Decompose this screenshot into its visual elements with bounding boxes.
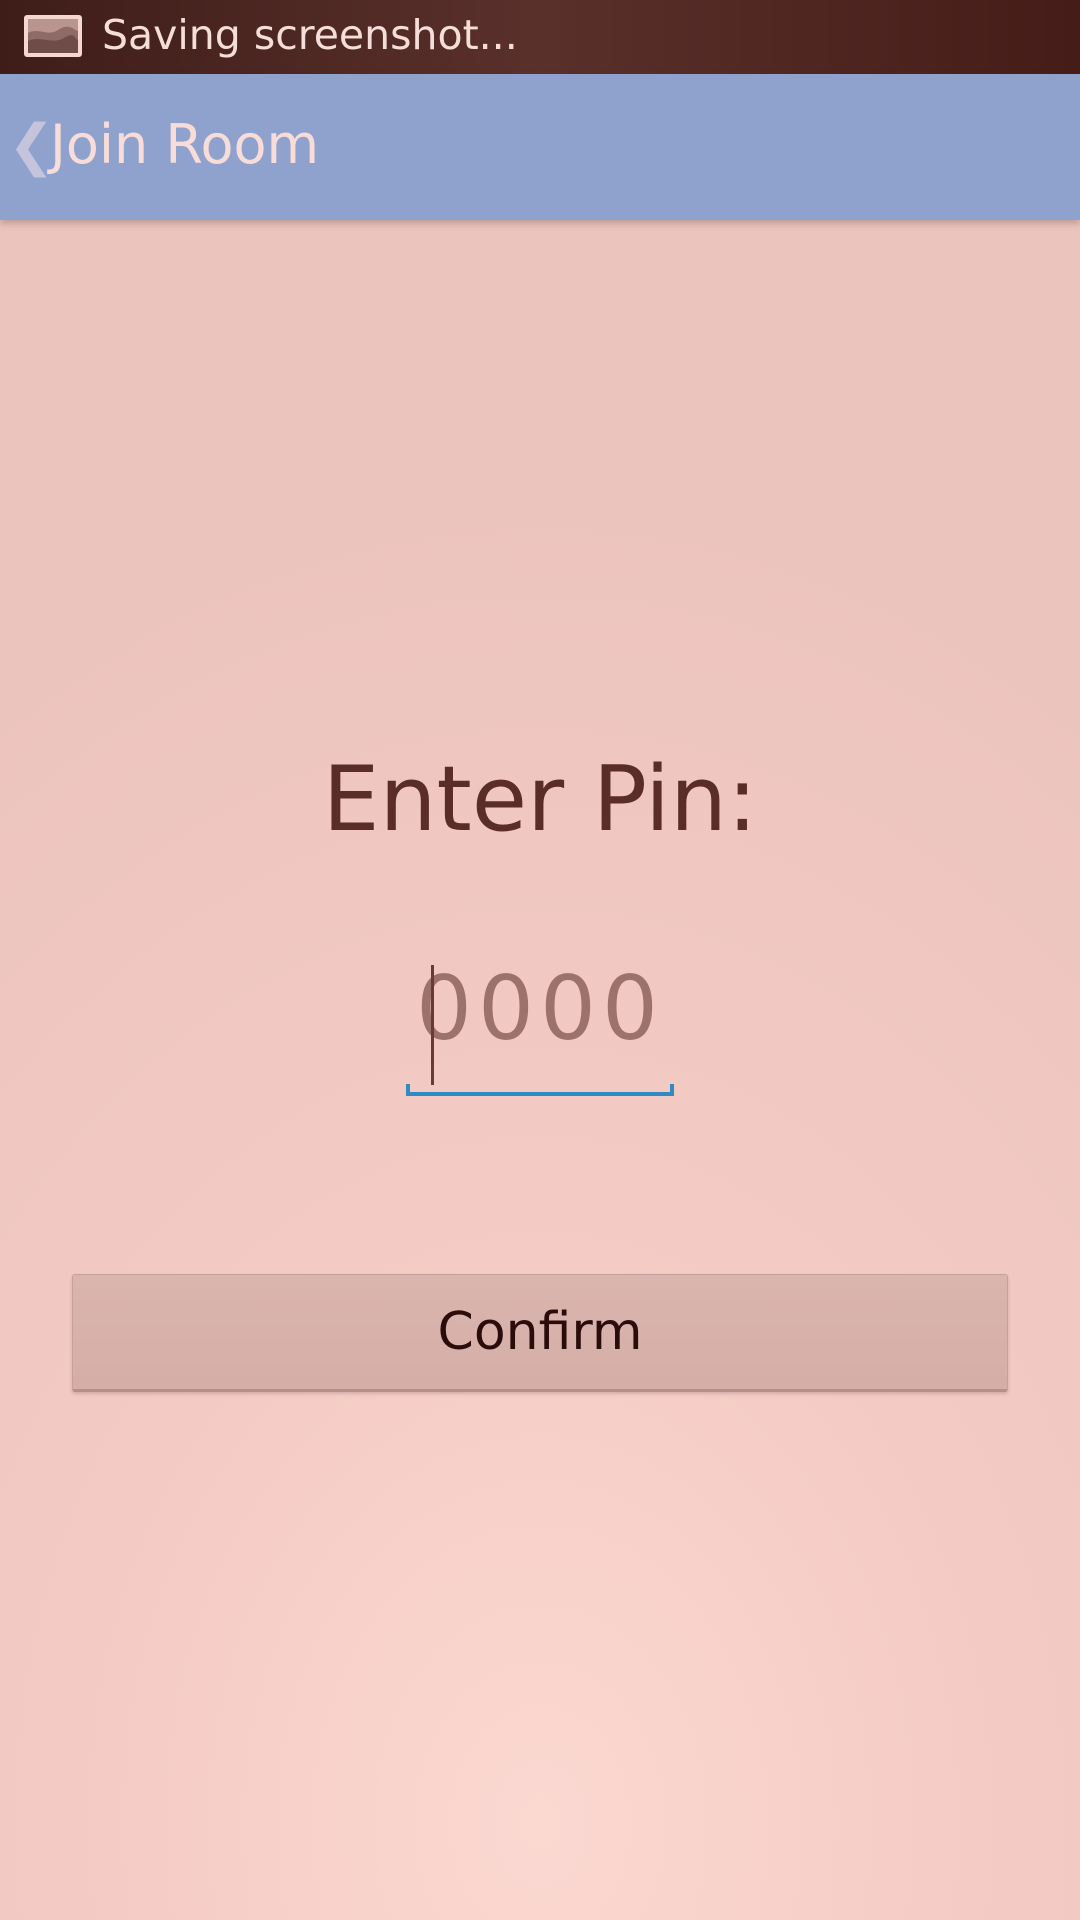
pin-field[interactable] — [406, 960, 674, 1100]
confirm-button[interactable]: Confirm — [72, 1274, 1008, 1392]
action-bar: ❮ Join Room — [0, 74, 1080, 220]
pin-input-underline — [406, 1084, 674, 1096]
action-bar-title[interactable]: Join Room — [50, 112, 319, 178]
chevron-left-icon[interactable]: ❮ — [8, 118, 55, 174]
status-bar: Saving screenshot... — [0, 0, 1080, 74]
enter-pin-label: Enter Pin: — [322, 747, 758, 852]
text-caret — [431, 965, 434, 1085]
confirm-button-label: Confirm — [437, 1302, 643, 1362]
pin-input[interactable] — [406, 960, 674, 1056]
screenshot-icon — [24, 15, 82, 57]
status-notification-text: Saving screenshot... — [102, 11, 518, 59]
